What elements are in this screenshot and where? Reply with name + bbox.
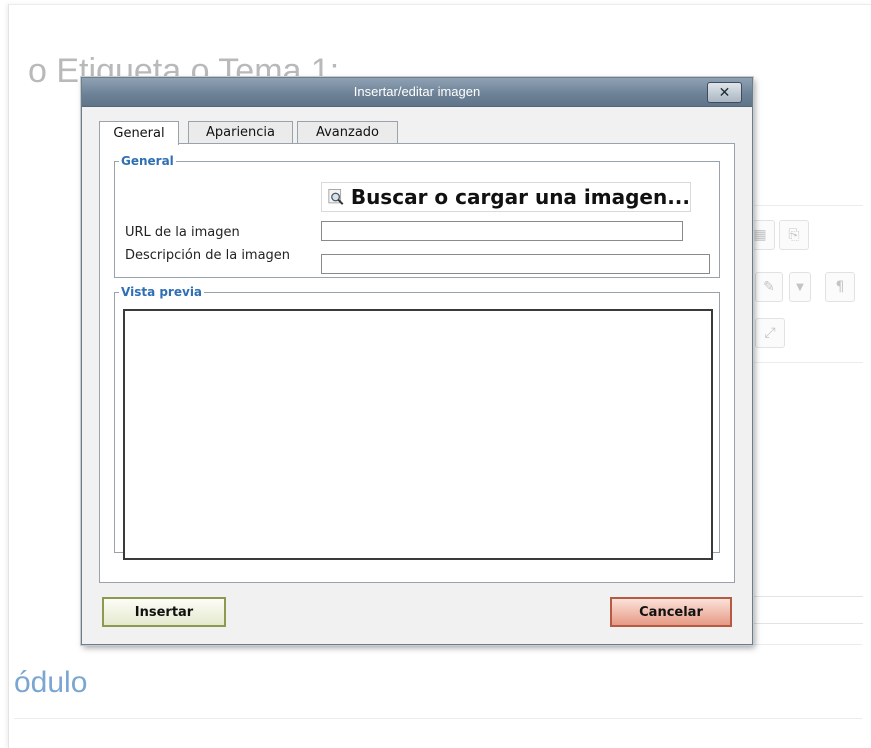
dialog-titlebar[interactable]: Insertar/editar imagen ✕ [82,78,752,107]
magnifier-image-icon [328,189,344,205]
divider [740,644,862,645]
tab-label: General [113,126,165,141]
editor-toolbar: ▦ ⎘ ✎ ▼ ¶ ⤢ [740,205,863,363]
fullscreen-icon[interactable]: ⤢ [755,318,785,348]
cancel-button[interactable]: Cancelar [610,597,732,627]
browse-image-button[interactable]: Buscar o cargar una imagen... [321,182,691,212]
general-legend: General [121,154,174,168]
description-label: Descripción de la imagen [125,248,291,263]
browse-label: Buscar o cargar una imagen... [350,185,690,209]
general-fieldset: General Buscar o cargar una imagen... UR… [114,154,720,278]
edit-icon[interactable]: ✎ [755,272,783,302]
tab-avanzado[interactable]: Avanzado [297,121,398,143]
insert-image-dialog: Insertar/editar imagen ✕ General Aparien… [81,77,753,645]
preview-legend: Vista previa [121,285,203,299]
editor-status-bar [740,596,863,624]
image-preview [123,309,713,560]
preview-fieldset: Vista previa [114,285,720,560]
tab-label: Avanzado [315,125,380,140]
dialog-title: Insertar/editar imagen [353,84,481,99]
close-button[interactable]: ✕ [707,82,742,103]
insert-label: Insertar [134,604,194,620]
dropdown-arrow-icon[interactable]: ▼ [789,272,811,302]
tab-general[interactable]: General [99,121,179,145]
paragraph-direction-icon[interactable]: ¶ [825,272,855,302]
cancel-label: Cancelar [639,604,703,620]
tab-label: Apariencia [205,125,276,140]
divider [14,718,862,719]
tab-apariencia[interactable]: Apariencia [188,121,293,143]
insert-button[interactable]: Insertar [102,597,226,627]
url-label: URL de la imagen [125,225,240,240]
url-input[interactable] [321,221,683,241]
tab-panel-general: General Buscar o cargar una imagen... UR… [99,143,735,583]
description-input[interactable] [321,254,710,274]
paste-icon[interactable]: ⎘ [779,220,809,250]
module-heading: ódulo [14,666,88,699]
close-icon: ✕ [718,84,731,101]
